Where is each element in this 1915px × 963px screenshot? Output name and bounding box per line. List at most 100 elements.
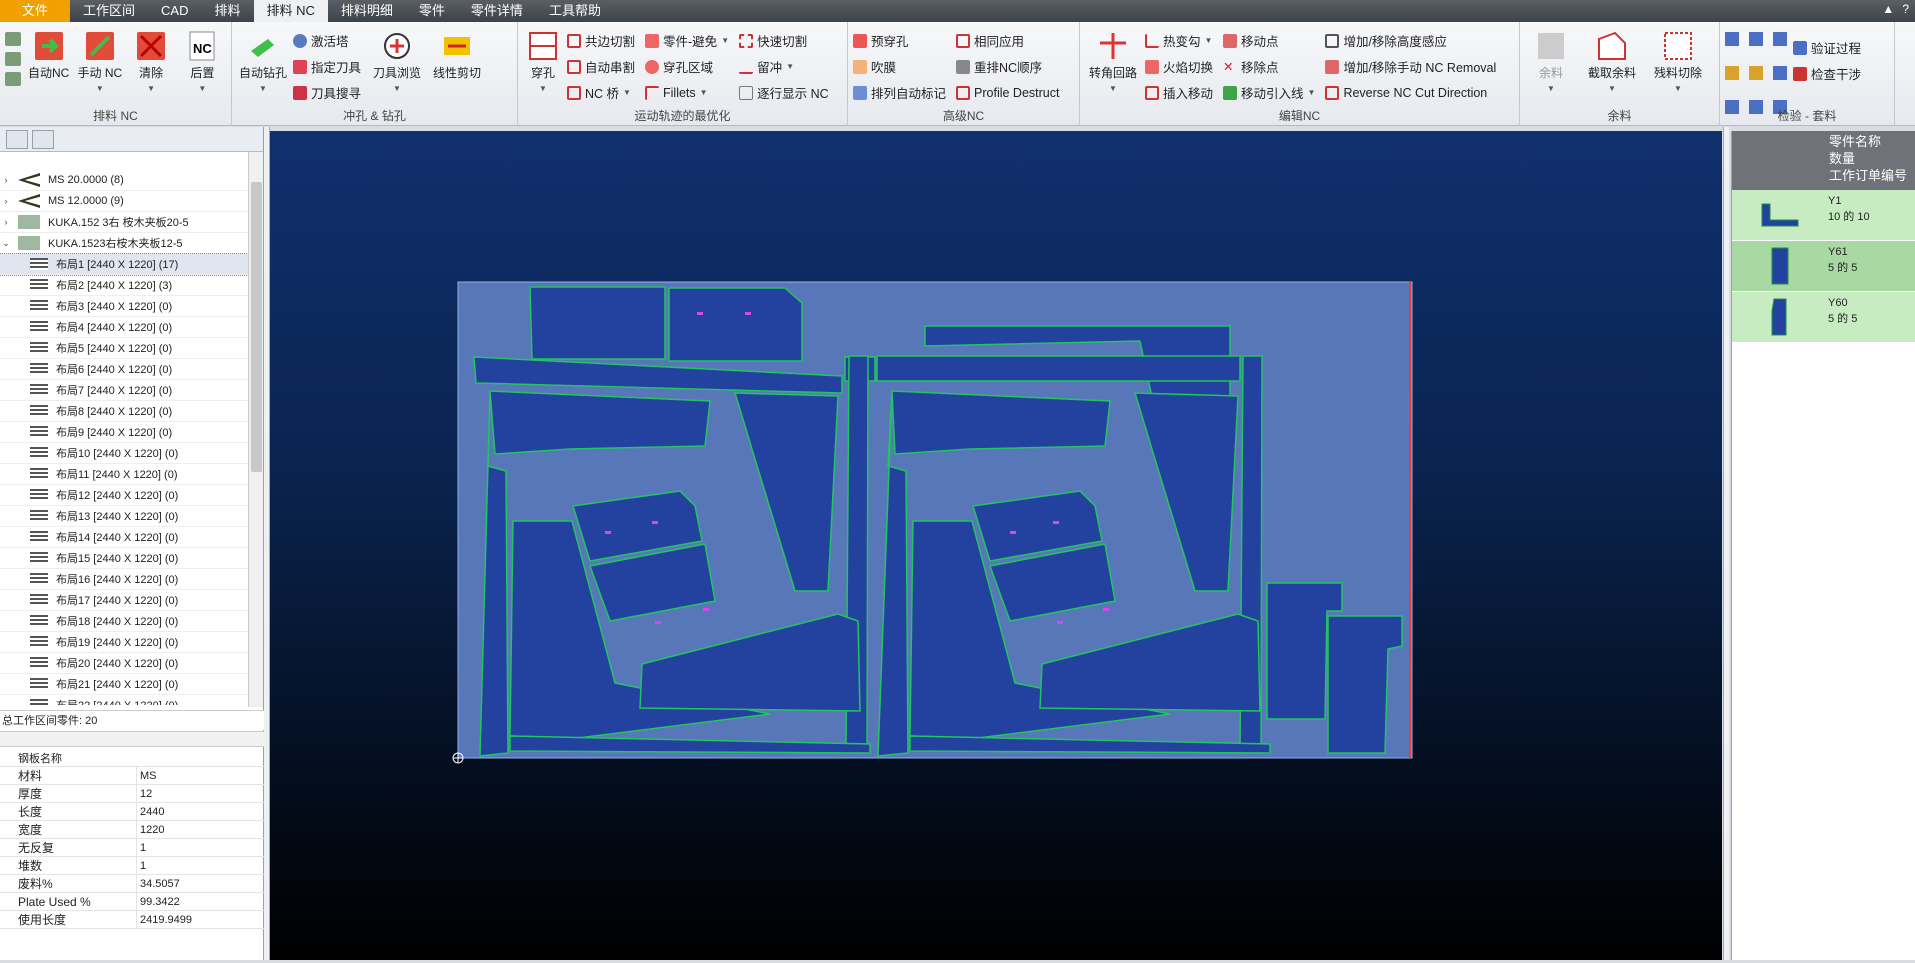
same-apply-button[interactable]: 相同应用 <box>956 29 1065 52</box>
part-row[interactable]: Y61 5 的 5 <box>1732 241 1915 292</box>
tab-cad[interactable]: CAD <box>148 0 201 22</box>
help-icon[interactable]: ? <box>1902 0 1909 18</box>
fillets-button[interactable]: Fillets ▼ <box>645 81 735 104</box>
property-value[interactable]: 1 <box>137 860 146 872</box>
property-value[interactable]: 2440 <box>137 806 164 818</box>
tree-item[interactable]: 布局20 [2440 X 1220] (0) <box>0 653 248 674</box>
tree-item[interactable]: 布局7 [2440 X 1220] (0) <box>0 380 248 401</box>
flame-toggle-button[interactable]: 火焰切换 <box>1145 55 1219 78</box>
tree-item[interactable]: 布局8 [2440 X 1220] (0) <box>0 401 248 422</box>
activate-turret-button[interactable]: 激活塔 <box>293 29 367 52</box>
verify-tool-icon[interactable] <box>1749 66 1763 80</box>
verify-tool-icon[interactable] <box>1725 66 1739 80</box>
tree-scrollbar[interactable] <box>248 152 263 707</box>
tree-item[interactable]: 布局15 [2440 X 1220] (0) <box>0 548 248 569</box>
part-row[interactable]: Y60 5 的 5 <box>1732 292 1915 343</box>
part[interactable] <box>489 390 711 455</box>
check-interference-button[interactable]: 检查干涉 <box>1793 62 1867 85</box>
blow-film-button[interactable]: 吹膜 <box>853 55 952 78</box>
tree-item[interactable]: 布局9 [2440 X 1220] (0) <box>0 422 248 443</box>
left-splitter[interactable] <box>264 127 270 960</box>
verify-tool-icon[interactable] <box>1725 32 1739 46</box>
manual-nc-removal-button[interactable]: 增加/移除手动 NC Removal <box>1325 55 1502 78</box>
pre-pierce-button[interactable]: 预穿孔 <box>853 29 952 52</box>
tree-item[interactable]: 布局11 [2440 X 1220] (0) <box>0 464 248 485</box>
move-leadin-button[interactable]: 移动引入线 ▼ <box>1223 81 1321 104</box>
tab-nesting-nc[interactable]: 排料 NC <box>253 0 328 22</box>
tree-item[interactable]: 布局6 [2440 X 1220] (0) <box>0 359 248 380</box>
small-tool-icon[interactable] <box>5 32 21 46</box>
tab-parts[interactable]: 零件 <box>406 0 458 22</box>
tab-nesting-detail[interactable]: 排料明细 <box>328 0 406 22</box>
tree-item[interactable]: 布局2 [2440 X 1220] (3) <box>0 275 248 296</box>
property-value[interactable]: 34.5057 <box>137 878 180 890</box>
tree-item[interactable]: 布局4 [2440 X 1220] (0) <box>0 317 248 338</box>
assign-tool-button[interactable]: 指定刀具 <box>293 55 367 78</box>
step-nc-button[interactable]: 逐行显示 NC <box>739 81 835 104</box>
tree-item[interactable]: 布局14 [2440 X 1220] (0) <box>0 527 248 548</box>
panel-splitter[interactable] <box>0 731 264 747</box>
tree-item[interactable]: 布局22 [2440 X 1220] (0) <box>0 695 248 705</box>
tree-item[interactable]: 布局18 [2440 X 1220] (0) <box>0 611 248 632</box>
nest-canvas[interactable] <box>270 131 1722 960</box>
height-sense-button[interactable]: 增加/移除高度感应 <box>1325 29 1502 52</box>
move-point-button[interactable]: 移动点 <box>1223 29 1321 52</box>
tree-item[interactable]: ⌄ KUKA.1523右桉木夹板12-5 <box>0 233 248 254</box>
property-value[interactable]: MS <box>137 770 157 782</box>
quick-cut-button[interactable]: 快速切割 <box>739 29 835 52</box>
expand-icon[interactable]: › <box>0 217 12 227</box>
part[interactable] <box>668 287 803 362</box>
tree-item[interactable]: 布局13 [2440 X 1220] (0) <box>0 506 248 527</box>
expand-icon[interactable]: › <box>0 175 12 185</box>
list-view-tab-icon[interactable] <box>32 130 54 149</box>
tree-item[interactable]: › MS 20.0000 (8) <box>0 170 248 191</box>
verify-tool-icon[interactable] <box>1773 32 1787 46</box>
property-value[interactable]: 99.3422 <box>137 896 180 908</box>
auto-mark-button[interactable]: 排列自动标记 <box>853 81 952 104</box>
property-value[interactable]: 2419.9499 <box>137 914 192 926</box>
tool-search-button[interactable]: 刀具搜寻 <box>293 81 367 104</box>
minimize-icon[interactable]: ▲ <box>1882 0 1894 18</box>
tab-workspace[interactable]: 工作区间 <box>70 0 148 22</box>
verify-tool-icon[interactable] <box>1773 66 1787 80</box>
tree-item[interactable]: 布局5 [2440 X 1220] (0) <box>0 338 248 359</box>
right-splitter[interactable] <box>1723 127 1729 960</box>
expand-icon[interactable]: › <box>0 196 12 206</box>
reorder-nc-button[interactable]: 重排NC顺序 <box>956 55 1065 78</box>
reverse-cut-button[interactable]: Reverse NC Cut Direction <box>1325 81 1502 104</box>
part-row[interactable]: Y1 10 的 10 <box>1732 190 1915 241</box>
part[interactable] <box>891 390 1111 455</box>
hot-hook-button[interactable]: 热变勾 ▼ <box>1145 29 1219 52</box>
tree-item[interactable]: 布局19 [2440 X 1220] (0) <box>0 632 248 653</box>
tree-item[interactable]: 布局3 [2440 X 1220] (0) <box>0 296 248 317</box>
property-value[interactable]: 1 <box>137 842 146 854</box>
scrollbar-thumb[interactable] <box>251 182 262 472</box>
verify-process-button[interactable]: 验证过程 <box>1793 36 1867 59</box>
nc-bridge-button[interactable]: NC 桥 ▼ <box>567 81 641 104</box>
micro-joint-button[interactable]: 留冲 ▼ <box>739 55 835 78</box>
part[interactable] <box>876 355 1241 382</box>
tree-item[interactable]: 布局21 [2440 X 1220] (0) <box>0 674 248 695</box>
tree-item[interactable]: 布局16 [2440 X 1220] (0) <box>0 569 248 590</box>
tree-item[interactable]: 布局10 [2440 X 1220] (0) <box>0 443 248 464</box>
tab-part-detail[interactable]: 零件详情 <box>458 0 536 22</box>
part[interactable] <box>529 286 666 360</box>
profile-destruct-button[interactable]: Profile Destruct <box>956 81 1065 104</box>
auto-chain-cut-button[interactable]: 自动串割 <box>567 55 641 78</box>
common-cut-button[interactable]: 共边切割 <box>567 29 641 52</box>
tree-view-tab-icon[interactable] <box>6 130 28 149</box>
small-tool-icon[interactable] <box>5 72 21 86</box>
tree-item[interactable]: 布局17 [2440 X 1220] (0) <box>0 590 248 611</box>
verify-tool-icon[interactable] <box>1749 32 1763 46</box>
property-value[interactable]: 12 <box>137 788 152 800</box>
remove-point-button[interactable]: ✕ 移除点 <box>1223 55 1321 78</box>
property-value[interactable]: 1220 <box>137 824 164 836</box>
tree-item[interactable]: 布局1 [2440 X 1220] (17) <box>0 253 248 276</box>
part-avoid-button[interactable]: 零件-避免 ▼ <box>645 29 735 52</box>
tree-item[interactable]: › KUKA.152 3右 桉木夹板20-5 <box>0 212 248 233</box>
tree-item[interactable]: › MS 12.0000 (9) <box>0 191 248 212</box>
insert-move-button[interactable]: 插入移动 <box>1145 81 1219 104</box>
expand-icon[interactable]: ⌄ <box>0 238 12 249</box>
small-tool-icon[interactable] <box>5 52 21 66</box>
tree-item[interactable]: 布局12 [2440 X 1220] (0) <box>0 485 248 506</box>
